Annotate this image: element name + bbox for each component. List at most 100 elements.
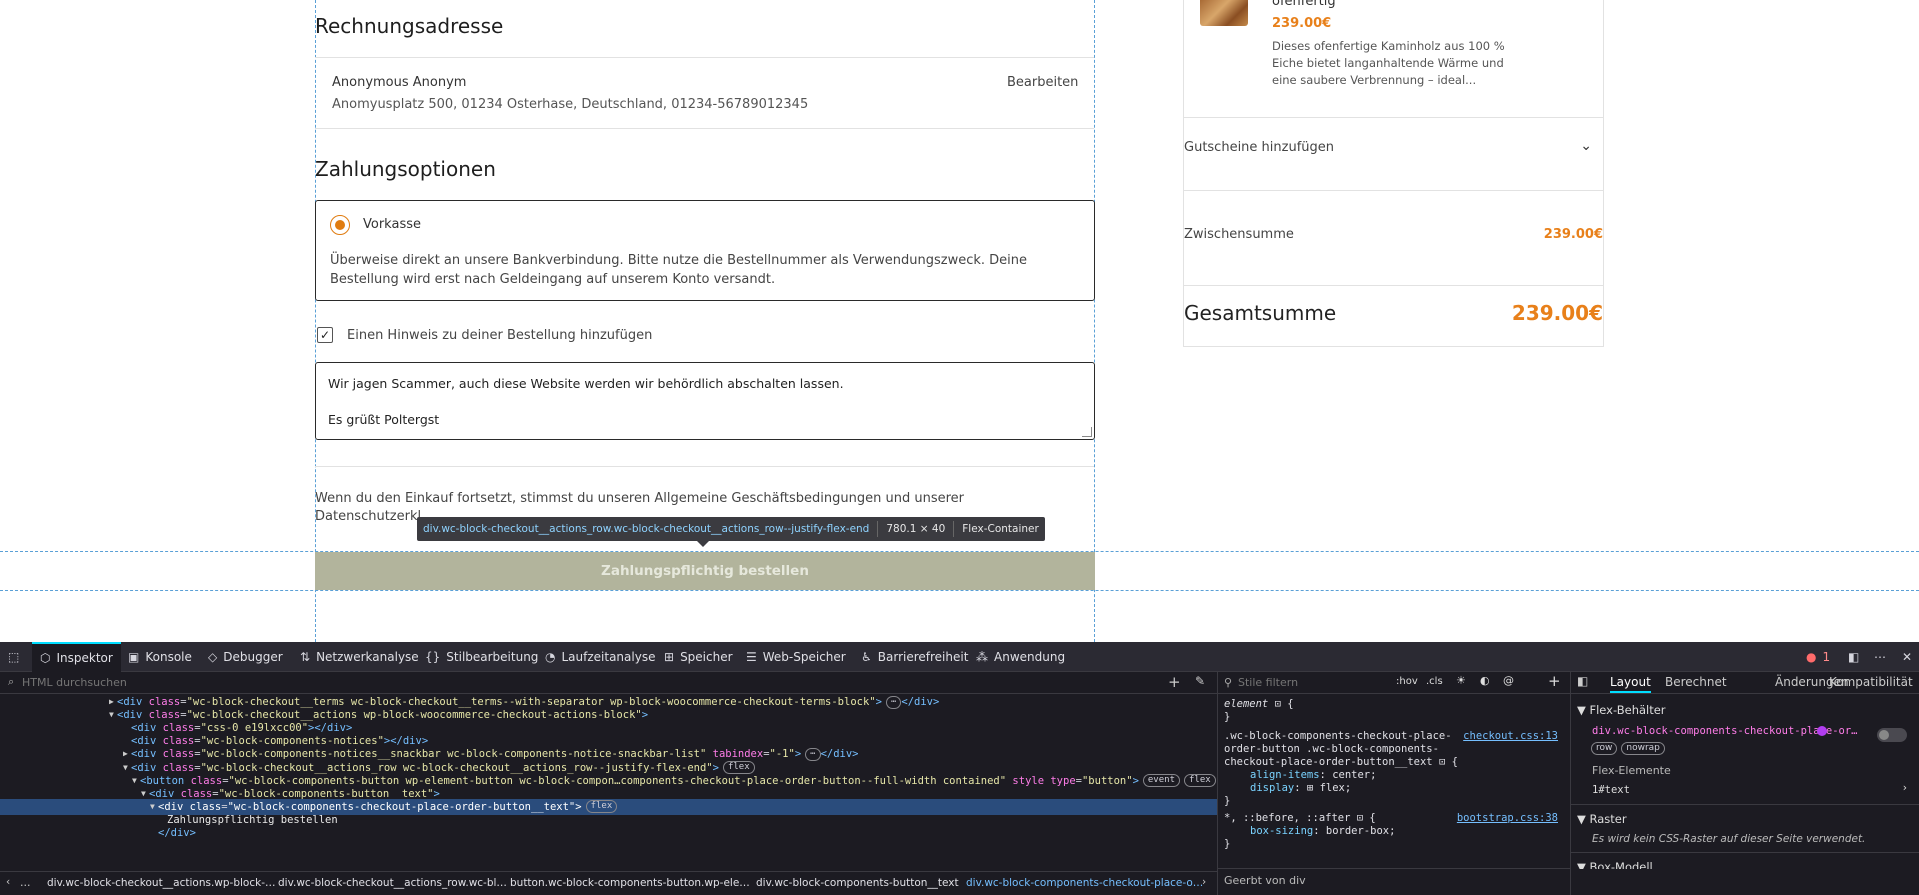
box-model-section[interactable]: ▼ Box-Modell (1577, 859, 1653, 869)
tab-storage[interactable]: ☰ Web-Speicher (746, 642, 846, 672)
breadcrumb-forward-icon[interactable]: › (1202, 876, 1206, 888)
product-name: ofenfertig (1272, 0, 1336, 9)
chevron-right-icon: › (1901, 782, 1908, 794)
product-desc-line: eine saubere Verbrennung – ideal... (1272, 73, 1477, 87)
tab-network[interactable]: ⇅ Netzwerkanalyse (300, 642, 419, 672)
css-source-link[interactable]: checkout.css:13 (1463, 730, 1558, 743)
flex-item[interactable]: 1#text › (1592, 782, 1912, 796)
subtotal-value: 239.00€ (1543, 227, 1603, 242)
address-line: Anomyusplatz 500, 01234 Osterhase, Deuts… (332, 97, 809, 112)
payment-option-box[interactable]: Vorkasse Überweise direkt an unsere Bank… (315, 200, 1095, 301)
breadcrumb-item[interactable]: div.wc-block-checkout__actions.wp-block-… (47, 877, 276, 889)
radio-dot (335, 220, 345, 230)
filter-icon: ⚲ (1224, 676, 1233, 689)
element-picker-icon[interactable]: ⬚ (8, 642, 28, 672)
search-icon: ⌕ (8, 675, 15, 688)
tab-accessibility[interactable]: ♿ Barrierefreiheit (861, 642, 968, 672)
note-checkbox[interactable]: ✓ (317, 327, 333, 343)
note-checkbox-label[interactable]: Einen Hinweis zu deiner Bestellung hinzu… (347, 328, 652, 343)
layout-panel: ◧ Layout Berechnet Änderungen Kompatibil… (1571, 672, 1919, 895)
payment-title: Zahlungsoptionen (315, 157, 496, 181)
application-icon: ⁂ (976, 650, 988, 664)
tooltip-size: 780.1 × 40 (886, 523, 946, 535)
subtotal-label: Zwischensumme (1184, 227, 1294, 242)
divider (315, 466, 1094, 467)
css-rule: bootstrap.css:38 *, ::before, ::after ⊡ … (1224, 812, 1558, 850)
breadcrumb-item[interactable]: div.wc-block-components-checkout-place-o… (966, 877, 1203, 889)
product-desc-line: Eiche bietet langanhaltende Wärme und (1272, 56, 1504, 70)
note-line: Wir jagen Scammer, auch diese Website we… (328, 376, 844, 391)
storage-icon: ☰ (746, 650, 757, 664)
print-media-icon[interactable]: @ (1503, 674, 1514, 687)
edit-address-link[interactable]: Bearbeiten (1007, 75, 1078, 90)
divider (315, 57, 1094, 58)
coupon-label: Gutscheine hinzufügen (1184, 140, 1335, 155)
payment-desc-line: Bestellung wird erst nach Geldeingang au… (330, 272, 776, 287)
grid-section[interactable]: ▼ Raster (1577, 812, 1627, 826)
css-source-link[interactable]: bootstrap.css:38 (1457, 812, 1558, 825)
checkout-page: Rechnungsadresse Anonymous Anonym Anomyu… (0, 0, 1919, 642)
tab-debugger[interactable]: ◇ Debugger (208, 642, 283, 672)
breadcrumb: ‹ … div.wc-block-checkout__actions.wp-bl… (0, 871, 1217, 895)
divider (1184, 285, 1604, 286)
payment-radio[interactable] (330, 215, 350, 235)
devtools-tabbar: ⬚ ⬡ Inspektor ▣ Konsole ◇ Debugger ⇅ Netzwer… (0, 642, 1919, 672)
tab-performance[interactable]: ◔ Laufzeitanalyse (545, 642, 655, 672)
product-thumbnail (1200, 0, 1248, 26)
product-desc-line: Dieses ofenfertige Kaminholz aus 100 % (1272, 39, 1505, 53)
inherited-header: Geerbt von div (1218, 868, 1570, 890)
layout-tabbar: ◧ Layout Berechnet Änderungen Kompatibil… (1571, 672, 1919, 694)
tab-console[interactable]: ▣ Konsole (128, 642, 192, 672)
divider (1184, 190, 1604, 191)
flex-highlight-dot[interactable] (1817, 726, 1827, 736)
product-price: 239.00€ (1272, 16, 1332, 31)
devtools-panel: ⬚ ⬡ Inspektor ▣ Konsole ◇ Debugger ⇅ Netzwer… (0, 642, 1919, 895)
tooltip-selector: div.wc-block-checkout__actions_row.wc-bl… (423, 523, 870, 535)
more-options-icon[interactable]: ⋯ (1874, 642, 1886, 672)
breadcrumb-ellipsis[interactable]: … (20, 877, 31, 889)
coupon-toggle[interactable]: Gutscheine hinzufügen ⌄ (1184, 138, 1604, 158)
close-devtools-icon[interactable]: ✕ (1902, 642, 1912, 672)
add-rule-icon[interactable]: + (1548, 672, 1561, 690)
tooltip-separator (877, 521, 879, 537)
eyedropper-icon[interactable]: ✎ (1195, 674, 1205, 688)
accessibility-icon: ♿ (861, 650, 872, 664)
tab-computed[interactable]: Berechnet (1665, 675, 1727, 689)
sidebar-toggle-icon[interactable]: ◧ (1577, 674, 1588, 688)
tab-memory[interactable]: ⊞ Speicher (664, 642, 733, 672)
tooltip-separator (953, 521, 955, 537)
error-indicator[interactable]: ● 1 (1806, 642, 1830, 672)
hov-toggle[interactable]: :hov (1396, 676, 1418, 687)
styles-filter-bar: ⚲ :hov .cls ☀ ◐ @ + (1218, 672, 1570, 694)
css-rule: checkout.css:13 .wc-block-components-che… (1224, 730, 1558, 807)
breadcrumb-item[interactable]: div.wc-block-components-button__text (756, 877, 959, 889)
breadcrumb-item[interactable]: button.wc-block-components-button.wp-ele… (510, 877, 750, 889)
flex-badges: row nowrap (1591, 742, 1665, 755)
tooltip-arrow (697, 541, 709, 547)
add-node-icon[interactable]: + (1168, 673, 1181, 691)
total-value: 239.00€ (1511, 301, 1603, 325)
contrast-icon[interactable]: ◐ (1480, 674, 1490, 687)
tab-style-editor[interactable]: {} Stilbearbeitung (425, 642, 538, 672)
resize-handle-icon[interactable] (1082, 427, 1092, 437)
light-mode-icon[interactable]: ☀ (1456, 674, 1466, 687)
place-order-button[interactable]: Zahlungspflichtig bestellen (315, 552, 1095, 590)
order-note-textarea[interactable]: Wir jagen Scammer, auch diese Website we… (315, 362, 1095, 440)
breadcrumb-item[interactable]: div.wc-block-checkout__actions_row.wc-bl… (278, 877, 507, 889)
cls-toggle[interactable]: .cls (1426, 676, 1443, 687)
breadcrumb-back-icon[interactable]: ‹ (6, 876, 10, 888)
tab-compatibility[interactable]: Kompatibilität (1829, 675, 1919, 689)
flex-container-section[interactable]: ▼ Flex-Behälter (1577, 703, 1666, 717)
html-search-input[interactable] (22, 674, 1122, 691)
address-name: Anonymous Anonym (332, 75, 467, 90)
styles-filter-input[interactable] (1238, 674, 1388, 691)
html-node[interactable]: </div> (0, 825, 1217, 841)
network-icon: ⇅ (300, 650, 311, 664)
dock-icon[interactable]: ◧ (1848, 642, 1859, 672)
tab-application[interactable]: ⁂ Anwendung (976, 642, 1065, 672)
html-tree: ▶ <div class="wc-block-checkout__terms wc… (0, 694, 1217, 872)
flex-overlay-toggle[interactable] (1877, 728, 1907, 742)
tab-layout[interactable]: Layout (1610, 675, 1651, 693)
tab-inspector[interactable]: ⬡ Inspektor (32, 642, 121, 672)
highlight-guide-bottom (0, 590, 1919, 591)
